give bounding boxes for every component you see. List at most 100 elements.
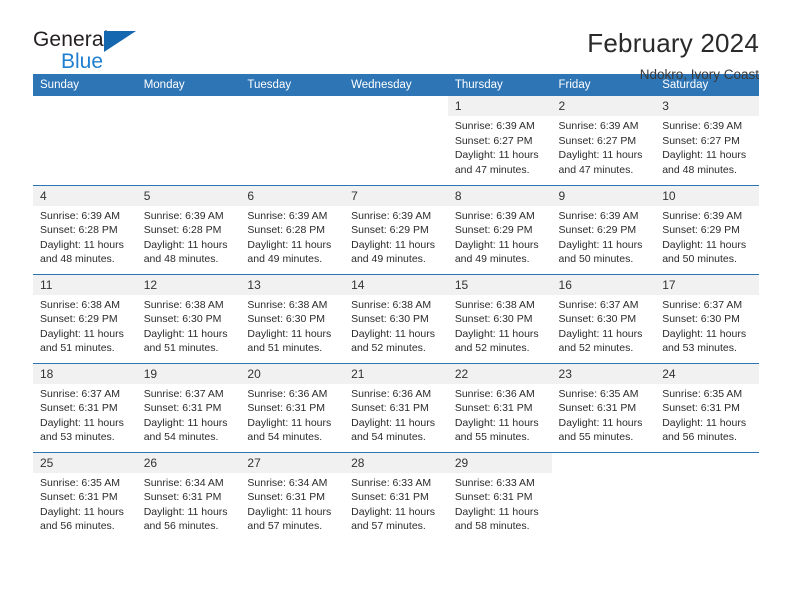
- sunrise-time: Sunrise: 6:37 AM: [40, 387, 120, 400]
- sunrise-time: Sunrise: 6:36 AM: [454, 387, 535, 400]
- day-sun-info: Sunrise: 6:36 AM Sunset: 6:31 PM Daylight:…: [448, 384, 552, 445]
- calendar-day-cell[interactable]: 26 Sunrise: 6:34 AM Sunset: 6:31 PM Dayligh…: [136, 451, 241, 541]
- calendar-day-cell[interactable]: 19 Sunrise: 6:37 AM Sunset: 6:31 PM Dayligh…: [136, 362, 241, 452]
- day-sun-info: Sunrise: 6:39 AM Sunset: 6:27 PM Daylight:…: [448, 116, 552, 177]
- sunrise-time: Sunrise: 6:38 AM: [40, 298, 120, 311]
- sunset-time: Sunset: 6:30 PM: [143, 313, 222, 325]
- calendar-day-cell[interactable]: 8 Sunrise: 6:39 AM Sunset: 6:29 PM Daylight…: [447, 184, 552, 274]
- sunrise-time: Sunrise: 6:38 AM: [247, 298, 328, 311]
- calendar-day-cell[interactable]: 11 Sunrise: 6:38 AM Sunset: 6:29 PM Dayligh…: [33, 273, 137, 363]
- day-number: 15: [447, 274, 552, 295]
- calendar-day-cell[interactable]: 5 Sunrise: 6:39 AM Sunset: 6:28 PM Daylight…: [136, 184, 241, 274]
- calendar-day-cell-empty: [655, 451, 759, 541]
- daylight-duration-line1: Daylight: 11 hours: [351, 327, 435, 340]
- calendar-day-cell[interactable]: 7 Sunrise: 6:39 AM Sunset: 6:29 PM Daylight…: [344, 184, 448, 274]
- sunset-time: Sunset: 6:31 PM: [40, 491, 118, 503]
- daylight-duration-line2: and 48 minutes.: [662, 163, 737, 176]
- sunset-time: Sunset: 6:31 PM: [40, 402, 118, 414]
- day-sun-info: Sunrise: 6:37 AM Sunset: 6:31 PM Daylight:…: [137, 384, 241, 445]
- calendar-day-cell[interactable]: 1 Sunrise: 6:39 AM Sunset: 6:27 PM Daylight…: [447, 96, 552, 185]
- calendar-day-cell[interactable]: 3 Sunrise: 6:39 AM Sunset: 6:27 PM Daylight…: [655, 96, 759, 185]
- calendar-day-cell[interactable]: 16 Sunrise: 6:37 AM Sunset: 6:30 PM Dayligh…: [551, 273, 656, 363]
- sunset-time: Sunset: 6:30 PM: [558, 313, 637, 325]
- sunrise-time: Sunrise: 6:39 AM: [558, 209, 639, 222]
- sunset-time: Sunset: 6:31 PM: [558, 402, 637, 414]
- daylight-duration-line2: and 52 minutes.: [351, 342, 426, 354]
- day-sun-info: Sunrise: 6:36 AM Sunset: 6:31 PM Daylight:…: [344, 384, 448, 445]
- sunset-time: Sunset: 6:31 PM: [662, 402, 740, 414]
- calendar-day-cell[interactable]: 10 Sunrise: 6:39 AM Sunset: 6:29 PM Dayligh…: [655, 184, 759, 274]
- sunset-time: Sunset: 6:27 PM: [662, 134, 740, 147]
- weekday-header-wednesday: Wednesday: [344, 74, 448, 96]
- day-number: 24: [655, 363, 759, 384]
- day-sun-info: Sunrise: 6:37 AM Sunset: 6:30 PM Daylight:…: [655, 295, 759, 356]
- calendar-day-cell[interactable]: 4 Sunrise: 6:39 AM Sunset: 6:28 PM Daylight…: [33, 184, 137, 274]
- calendar-week-row: 11 Sunrise: 6:38 AM Sunset: 6:29 PM Dayligh…: [33, 273, 759, 363]
- calendar-day-cell[interactable]: 6 Sunrise: 6:39 AM Sunset: 6:28 PM Daylight…: [240, 184, 345, 274]
- sunrise-time: Sunrise: 6:39 AM: [662, 209, 743, 222]
- day-number: 20: [240, 363, 345, 384]
- calendar-day-cell[interactable]: 21 Sunrise: 6:36 AM Sunset: 6:31 PM Dayligh…: [344, 362, 448, 452]
- calendar-day-cell[interactable]: 9 Sunrise: 6:39 AM Sunset: 6:29 PM Daylight…: [551, 184, 656, 274]
- day-number: 18: [33, 363, 137, 384]
- calendar-day-cell-empty: [344, 96, 448, 185]
- daylight-duration-line1: Daylight: 11 hours: [247, 327, 332, 340]
- day-number: 28: [344, 452, 448, 473]
- day-number: 17: [655, 274, 759, 295]
- calendar-day-cell[interactable]: 15 Sunrise: 6:38 AM Sunset: 6:30 PM Dayligh…: [447, 273, 552, 363]
- calendar-day-cell[interactable]: 22 Sunrise: 6:36 AM Sunset: 6:31 PM Dayligh…: [447, 362, 552, 452]
- calendar-day-cell[interactable]: 12 Sunrise: 6:38 AM Sunset: 6:30 PM Dayligh…: [136, 273, 241, 363]
- calendar-body: 1 Sunrise: 6:39 AM Sunset: 6:27 PM Daylight…: [33, 96, 759, 541]
- calendar-day-cell[interactable]: 29 Sunrise: 6:33 AM Sunset: 6:31 PM Dayligh…: [447, 451, 552, 541]
- page-title: February 2024: [587, 28, 759, 58]
- day-number: [33, 96, 137, 116]
- day-number: 16: [551, 274, 656, 295]
- calendar-day-cell-empty: [33, 96, 137, 185]
- calendar-week-row: 4 Sunrise: 6:39 AM Sunset: 6:28 PM Daylight…: [33, 184, 759, 274]
- calendar-day-cell[interactable]: 28 Sunrise: 6:33 AM Sunset: 6:31 PM Dayligh…: [344, 451, 448, 541]
- day-sun-info: Sunrise: 6:38 AM Sunset: 6:30 PM Daylight:…: [137, 295, 241, 356]
- calendar-day-cell-empty: [551, 451, 656, 541]
- calendar-day-cell[interactable]: 17 Sunrise: 6:37 AM Sunset: 6:30 PM Dayligh…: [655, 273, 759, 363]
- daylight-duration-line2: and 54 minutes.: [351, 431, 426, 443]
- calendar-day-cell[interactable]: 20 Sunrise: 6:36 AM Sunset: 6:31 PM Dayligh…: [240, 362, 345, 452]
- day-sun-info: Sunrise: 6:35 AM Sunset: 6:31 PM Daylight:…: [655, 384, 759, 445]
- sunset-time: Sunset: 6:30 PM: [351, 313, 429, 325]
- sunset-time: Sunset: 6:28 PM: [40, 224, 118, 236]
- day-number: [551, 452, 656, 473]
- daylight-duration-line1: Daylight: 11 hours: [40, 505, 124, 518]
- sunset-time: Sunset: 6:27 PM: [454, 134, 533, 147]
- sunset-time: Sunset: 6:29 PM: [351, 224, 429, 236]
- calendar-day-cell[interactable]: 27 Sunrise: 6:34 AM Sunset: 6:31 PM Dayligh…: [240, 451, 345, 541]
- day-number: 4: [33, 185, 137, 206]
- day-sun-info: Sunrise: 6:35 AM Sunset: 6:31 PM Daylight:…: [33, 473, 137, 534]
- daylight-duration-line1: Daylight: 11 hours: [143, 327, 228, 340]
- brand-name-general: General: [33, 28, 109, 51]
- calendar-day-cell[interactable]: 24 Sunrise: 6:35 AM Sunset: 6:31 PM Dayligh…: [655, 362, 759, 452]
- sunset-time: Sunset: 6:31 PM: [351, 491, 429, 503]
- day-sun-info: Sunrise: 6:39 AM Sunset: 6:28 PM Daylight:…: [137, 206, 241, 267]
- day-number: 14: [344, 274, 448, 295]
- calendar-day-cell[interactable]: 14 Sunrise: 6:38 AM Sunset: 6:30 PM Dayligh…: [344, 273, 448, 363]
- brand-name-blue: Blue: [61, 50, 104, 73]
- day-number: 19: [136, 363, 241, 384]
- calendar-day-cell[interactable]: 2 Sunrise: 6:39 AM Sunset: 6:27 PM Daylight…: [551, 96, 656, 185]
- calendar-day-cell[interactable]: 23 Sunrise: 6:35 AM Sunset: 6:31 PM Dayligh…: [551, 362, 656, 452]
- daylight-duration-line2: and 55 minutes.: [454, 431, 530, 443]
- sunset-time: Sunset: 6:31 PM: [351, 402, 429, 414]
- calendar-day-cell[interactable]: 25 Sunrise: 6:35 AM Sunset: 6:31 PM Dayligh…: [33, 451, 137, 541]
- daylight-duration-line1: Daylight: 11 hours: [143, 416, 228, 429]
- sunset-time: Sunset: 6:31 PM: [454, 402, 533, 414]
- calendar-day-cell[interactable]: 18 Sunrise: 6:37 AM Sunset: 6:31 PM Dayligh…: [33, 362, 137, 452]
- day-number: [240, 96, 345, 116]
- daylight-duration-line2: and 48 minutes.: [40, 253, 115, 265]
- daylight-duration-line2: and 53 minutes.: [662, 342, 737, 354]
- daylight-duration-line2: and 51 minutes.: [247, 342, 323, 354]
- day-sun-info: Sunrise: 6:33 AM Sunset: 6:31 PM Daylight:…: [448, 473, 552, 534]
- daylight-duration-line1: Daylight: 11 hours: [351, 505, 435, 518]
- day-number: 29: [447, 452, 552, 473]
- daylight-duration-line1: Daylight: 11 hours: [558, 238, 643, 251]
- calendar-day-cell[interactable]: 13 Sunrise: 6:38 AM Sunset: 6:30 PM Dayligh…: [240, 273, 345, 363]
- day-number: 27: [240, 452, 345, 473]
- day-sun-info: Sunrise: 6:38 AM Sunset: 6:30 PM Daylight:…: [344, 295, 448, 356]
